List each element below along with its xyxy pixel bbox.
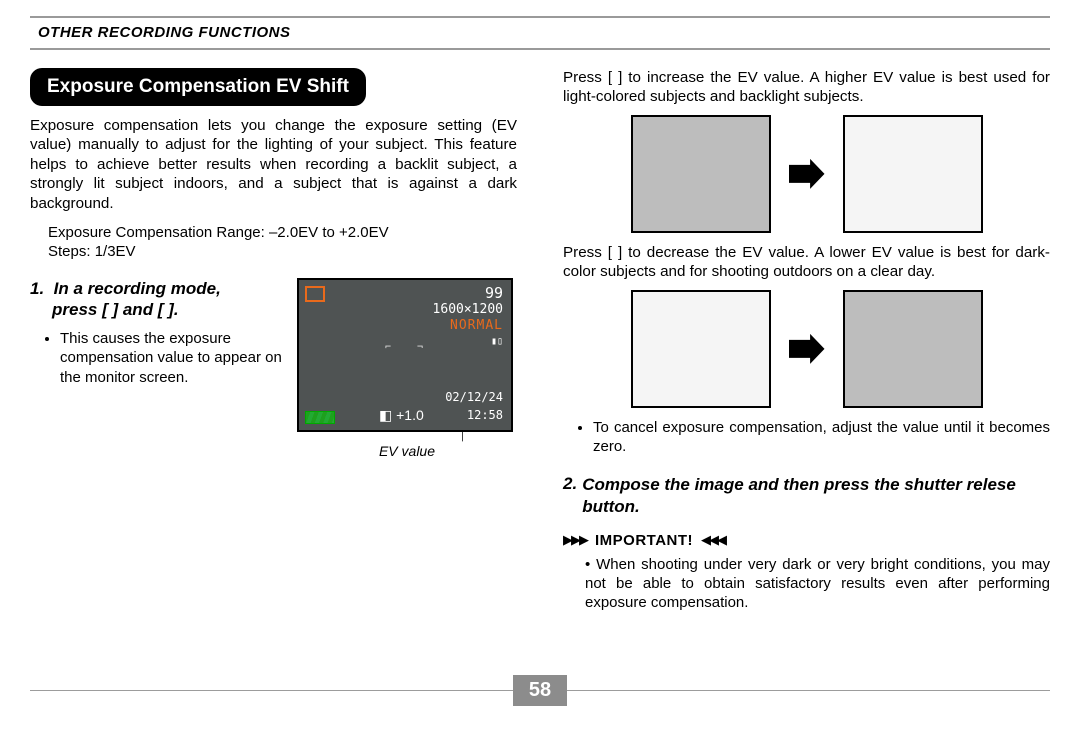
left-column: Exposure Compensation EV Shift Exposure … xyxy=(30,68,517,612)
steps-line: Steps: 1/3EV xyxy=(48,242,517,261)
cancel-bullet: To cancel exposure compensation, adjust … xyxy=(593,418,1050,456)
illustration-after-bright xyxy=(843,115,983,233)
page-number: 58 xyxy=(513,675,567,706)
decrease-illustration xyxy=(563,290,1050,408)
arrow-right-icon xyxy=(789,159,825,189)
step-1-title-line2: press [ ] and [ ]. xyxy=(52,299,285,321)
section-title-text: Exposure Compensation EV Shift xyxy=(47,76,349,97)
illustration-after-dark xyxy=(843,290,983,408)
range-line: Exposure Compensation Range: –2.0EV to +… xyxy=(48,223,517,242)
ev-caption: EV value xyxy=(297,443,517,459)
lcd-screen: 99 1600×1200 NORMAL ▮▯ ⌐ ¬ 02/12/24 12:5… xyxy=(297,278,513,432)
important-label: IMPORTANT! xyxy=(595,532,693,549)
lcd-ev-value: +1.0 xyxy=(379,407,424,424)
important-body: • When shooting under very dark or very … xyxy=(585,555,1050,613)
illustration-before-dark xyxy=(631,115,771,233)
decrease-paragraph: Press [ ] to decrease the EV value. A lo… xyxy=(563,243,1050,282)
important-body-text: When shooting under very dark or very br… xyxy=(585,556,1050,611)
step-1-bullet: This causes the exposure compensation va… xyxy=(60,329,285,387)
increase-illustration xyxy=(563,115,1050,233)
lcd-date: 02/12/24 xyxy=(445,390,503,404)
step-1-number: 1. xyxy=(30,279,44,298)
step-2-number: 2. xyxy=(563,474,577,518)
lcd-rec-icon xyxy=(305,286,325,302)
lcd-battery-left xyxy=(305,411,335,424)
triangle-right-icon: ▶▶▶ xyxy=(563,532,587,548)
increase-paragraph: Press [ ] to increase the EV value. A hi… xyxy=(563,68,1050,107)
arrow-right-icon xyxy=(789,334,825,364)
step-1-title-line1: In a recording mode, xyxy=(54,279,221,298)
page-footer: 58 xyxy=(30,675,1050,706)
footer-rule-right xyxy=(567,690,1050,691)
lcd-shots: 99 xyxy=(485,284,503,302)
lcd-illustration: 99 1600×1200 NORMAL ▮▯ ⌐ ¬ 02/12/24 12:5… xyxy=(297,278,517,459)
range-block: Exposure Compensation Range: –2.0EV to +… xyxy=(48,223,517,261)
important-heading: ▶▶▶ IMPORTANT! ◀◀◀ xyxy=(563,532,1050,549)
illustration-before-bright xyxy=(631,290,771,408)
header-bar: OTHER RECORDING FUNCTIONS xyxy=(30,16,1050,50)
right-column: Press [ ] to increase the EV value. A hi… xyxy=(563,68,1050,612)
section-title: Exposure Compensation EV Shift xyxy=(30,68,366,106)
lcd-focus-brackets: ⌐ ¬ xyxy=(385,342,433,353)
lcd-time: 12:58 xyxy=(467,408,503,422)
intro-paragraph: Exposure compensation lets you change th… xyxy=(30,116,517,213)
lcd-resolution: 1600×1200 xyxy=(433,302,503,317)
footer-rule-left xyxy=(30,690,513,691)
step-2-title: Compose the image and then press the shu… xyxy=(582,474,1050,518)
step-1: 1. In a recording mode, press [ ] and [ … xyxy=(30,278,517,459)
header-text: OTHER RECORDING FUNCTIONS xyxy=(38,24,291,41)
lcd-mode: NORMAL xyxy=(450,318,503,333)
lcd-battery-icon: ▮▯ xyxy=(491,336,503,347)
triangle-left-icon: ◀◀◀ xyxy=(701,532,725,548)
